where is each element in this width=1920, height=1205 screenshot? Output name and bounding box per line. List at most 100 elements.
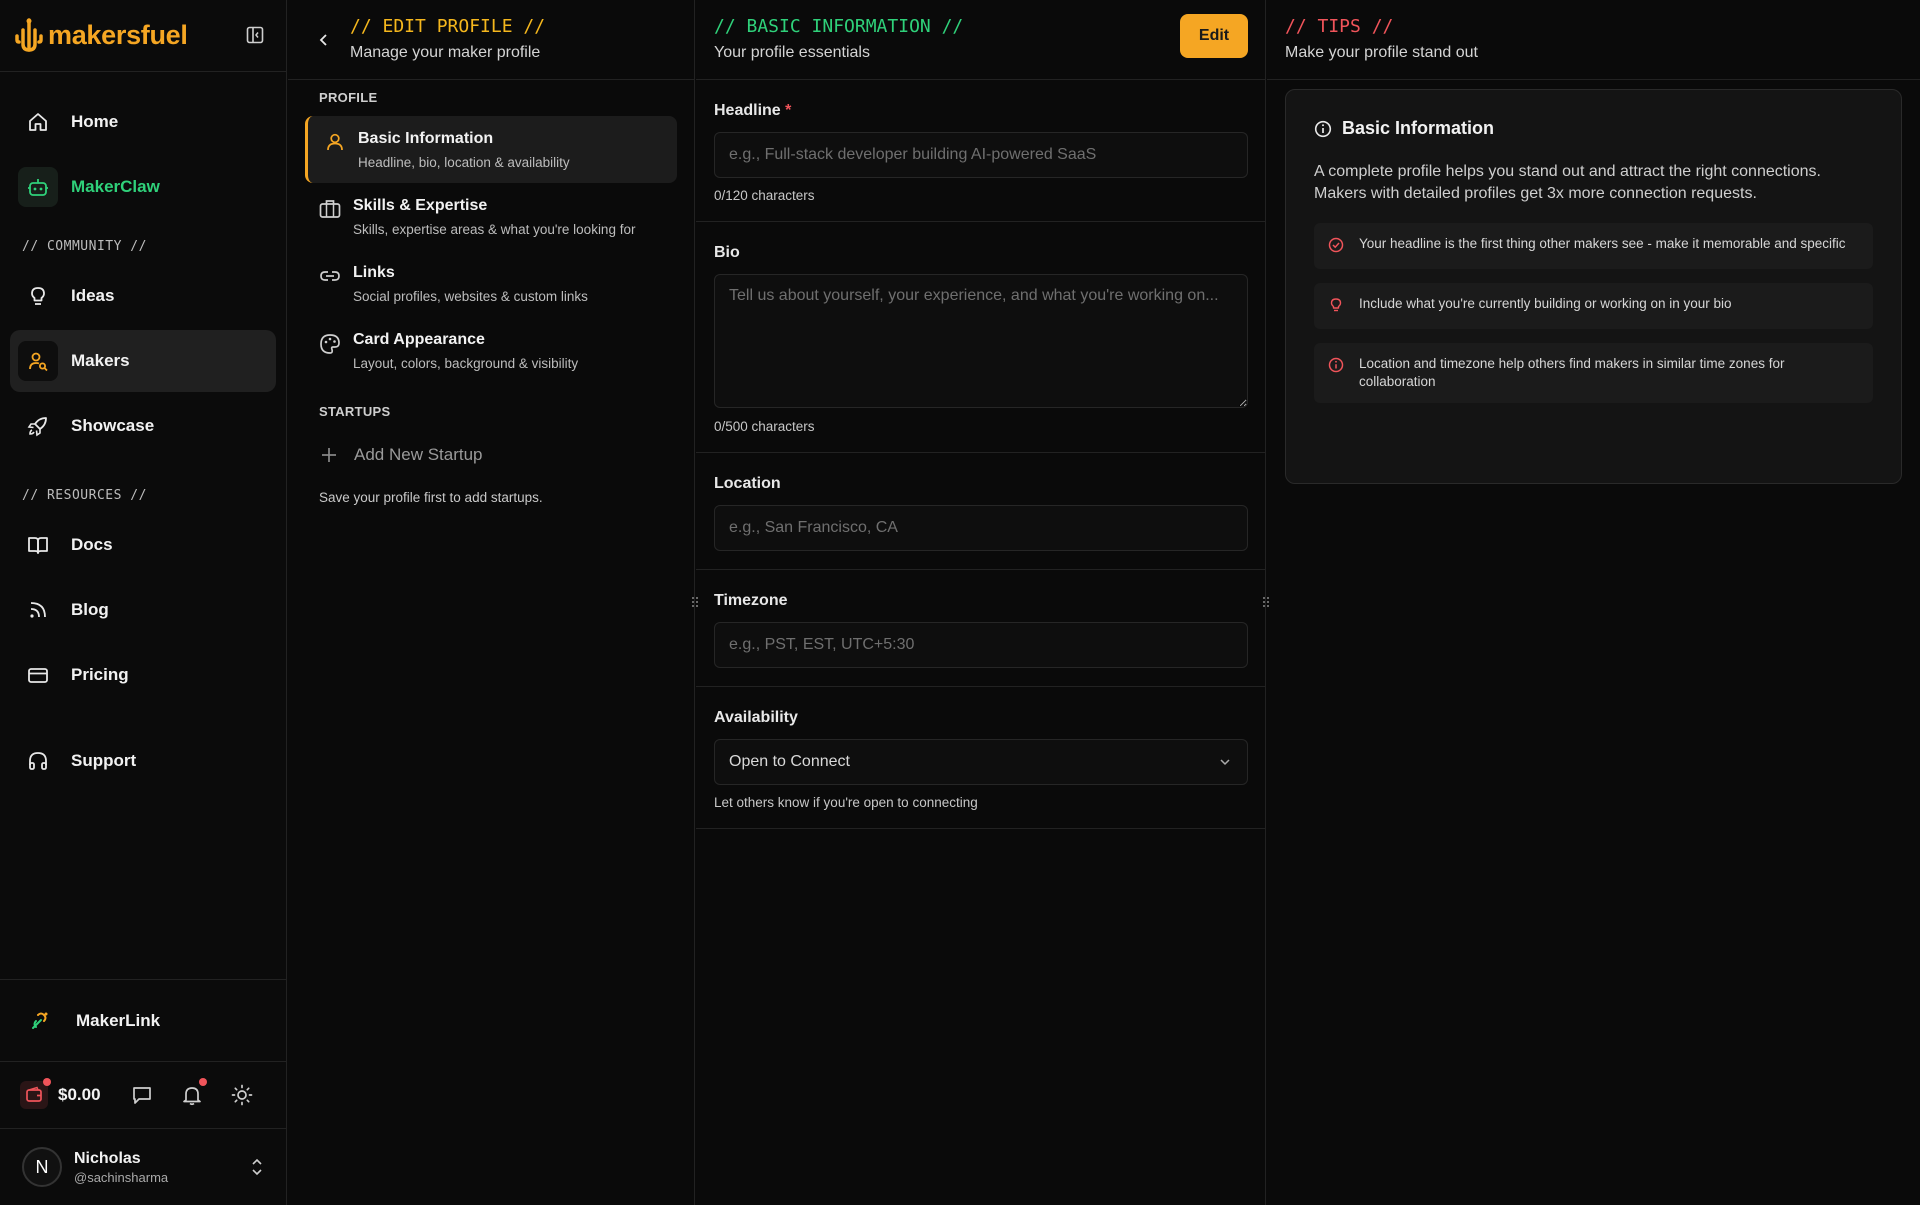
rss-icon [18, 590, 58, 630]
makersfuel-logo-icon[interactable] [14, 17, 44, 54]
palette-icon [319, 333, 341, 355]
headphones-icon [18, 741, 58, 781]
notification-dot [198, 1078, 207, 1086]
menu-item-title: Card Appearance [353, 331, 485, 348]
users-icon [18, 341, 58, 381]
sidebar-item-showcase[interactable]: Showcase [10, 395, 276, 457]
makerlink-label: MakerLink [76, 1010, 161, 1030]
resize-handle-left[interactable] [690, 594, 700, 610]
lightbulb-icon [1330, 298, 1342, 312]
credit-card-icon [18, 655, 58, 695]
edit-profile-panel: // EDIT PROFILE // Manage your maker pro… [288, 0, 695, 1205]
user-icon [325, 132, 345, 152]
sidebar-item-ideas[interactable]: Ideas [10, 265, 276, 327]
sidebar-item-makerlink[interactable]: MakerLink [0, 979, 286, 1061]
community-section-label: // COMMUNITY // [22, 239, 147, 254]
tips-intro: A complete profile helps you stand out a… [1314, 163, 1821, 202]
brand: makersfuel [0, 0, 286, 72]
sidebar-item-makers[interactable]: Makers [10, 330, 276, 392]
wallet-row: $0.00 [0, 1061, 286, 1129]
location-label: Location [714, 475, 781, 492]
rocket-icon [18, 406, 58, 446]
notifications-bell-icon[interactable] [177, 1078, 207, 1110]
menu-item-description: Skills, expertise areas & what you're lo… [353, 222, 636, 237]
menu-item-title: Skills & Expertise [353, 197, 488, 214]
headline-label: Headline * [714, 102, 792, 119]
user-info: Nicholas @sachinsharma [74, 1150, 168, 1185]
tip-text: Include what you're currently building o… [1359, 296, 1732, 311]
user-menu[interactable]: N Nicholas @sachinsharma [0, 1129, 286, 1205]
tips-card: Basic Information A complete profile hel… [1285, 89, 1902, 484]
tips-card-header: Basic Information [1314, 118, 1873, 139]
edit-profile-header: // EDIT PROFILE // Manage your maker pro… [288, 0, 694, 80]
headline-input[interactable] [714, 132, 1248, 178]
page-title: // EDIT PROFILE // [350, 16, 546, 37]
info-icon [1314, 120, 1332, 137]
sidebar-item-home[interactable]: Home [10, 91, 276, 153]
startups-hint: Save your profile first to add startups. [319, 490, 543, 505]
sidebar-item-label: MakerClaw [71, 177, 160, 196]
sidebar-item-pricing[interactable]: Pricing [10, 644, 276, 706]
user-handle: @sachinsharma [74, 1169, 169, 1185]
robot-icon [18, 167, 58, 207]
edit-button[interactable]: Edit [1180, 14, 1248, 58]
availability-select[interactable]: Open to Connect [714, 739, 1248, 785]
add-startup-label: Add New Startup [354, 445, 483, 464]
basic-information-panel: // BASIC INFORMATION // Your profile ess… [692, 0, 1269, 1205]
back-chevron-icon[interactable] [318, 32, 330, 48]
sidebar-item-blog[interactable]: Blog [10, 579, 276, 641]
headline-field-group: Headline * 0/120 characters [696, 80, 1265, 222]
bio-char-count: 0/500 characters [714, 419, 815, 434]
menu-item-basic-information[interactable]: Basic Information Headline, bio, locatio… [305, 116, 677, 183]
tips-subtitle: Make your profile stand out [1285, 44, 1478, 61]
tip-text: Location and timezone help others find m… [1359, 356, 1785, 389]
required-asterisk: * [785, 102, 792, 119]
sidebar-item-label: Blog [71, 600, 109, 619]
menu-item-description: Headline, bio, location & availability [358, 155, 570, 170]
tips-header: // TIPS // Make your profile stand out [1267, 0, 1920, 80]
sidebar-item-support[interactable]: Support [10, 730, 276, 792]
bio-label: Bio [714, 244, 740, 261]
sidebar-nav: Home MakerClaw // COMMUNITY // Ideas Mak… [0, 72, 286, 792]
tip-item: Include what you're currently building o… [1314, 283, 1873, 329]
user-name: Nicholas [74, 1149, 141, 1167]
sidebar-item-label: Showcase [71, 416, 155, 435]
check-circle-icon [1328, 237, 1344, 253]
bio-textarea[interactable] [714, 274, 1248, 408]
link-icon [28, 1009, 52, 1033]
sidebar-item-makerclaw[interactable]: MakerClaw [10, 156, 276, 218]
sidebar-collapse-icon[interactable] [246, 26, 264, 44]
chevron-up-down-icon [250, 1157, 264, 1177]
tip-item: Location and timezone help others find m… [1314, 343, 1873, 403]
add-startup-button[interactable]: Add New Startup [288, 430, 694, 480]
headline-char-count: 0/120 characters [714, 188, 815, 203]
availability-field-group: Availability Open to Connect Let others … [696, 687, 1265, 829]
brand-name: makersfuel [48, 20, 188, 50]
tips-panel: // TIPS // Make your profile stand out B… [1267, 0, 1920, 1205]
timezone-input[interactable] [714, 622, 1248, 668]
sidebar-item-label: Home [71, 112, 119, 131]
briefcase-icon [319, 199, 341, 219]
menu-item-skills-expertise[interactable]: Skills & Expertise Skills, expertise are… [305, 183, 677, 250]
timezone-field-group: Timezone [696, 570, 1265, 687]
messages-icon[interactable] [127, 1080, 157, 1110]
section-subtitle: Your profile essentials [714, 44, 870, 61]
page-subtitle: Manage your maker profile [350, 44, 541, 61]
location-input[interactable] [714, 505, 1248, 551]
sidebar-item-label: Docs [71, 535, 113, 554]
resources-section-label: // RESOURCES // [22, 488, 147, 503]
tip-text: Your headline is the first thing other m… [1359, 236, 1846, 251]
sidebar-item-docs[interactable]: Docs [10, 514, 276, 576]
theme-toggle-sun-icon[interactable] [227, 1080, 257, 1110]
tips-title: // TIPS // [1285, 16, 1394, 37]
basic-info-header: // BASIC INFORMATION // Your profile ess… [696, 0, 1265, 80]
wallet-icon[interactable] [20, 1078, 51, 1109]
location-field-group: Location [696, 453, 1265, 570]
link-chain-icon [319, 266, 341, 286]
home-icon [18, 102, 58, 142]
menu-item-description: Layout, colors, background & visibility [353, 356, 579, 371]
menu-item-links[interactable]: Links Social profiles, websites & custom… [305, 250, 677, 317]
book-icon [18, 525, 58, 565]
menu-item-card-appearance[interactable]: Card Appearance Layout, colors, backgrou… [305, 317, 677, 384]
tips-card-title: Basic Information [1342, 118, 1495, 138]
